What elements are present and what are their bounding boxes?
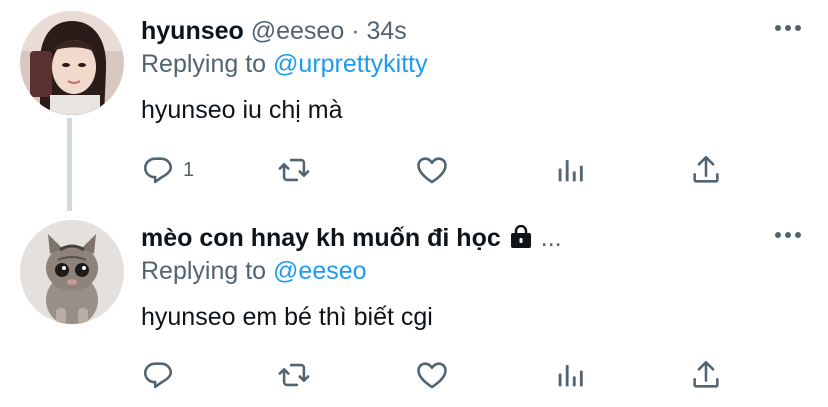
tweet[interactable]: hyunseo @eeseo · 34s Replying to @urpret… — [0, 0, 828, 211]
display-name[interactable]: mèo con hnay kh muốn đi học — [141, 224, 501, 252]
analytics-icon — [558, 160, 583, 182]
mention-link[interactable]: @urprettykitty — [273, 50, 428, 78]
retweet-icon — [278, 158, 310, 182]
avatar-photo — [20, 11, 124, 115]
replying-prefix: Replying to — [141, 257, 267, 285]
reply-count: 1 — [183, 158, 195, 181]
tweet-text: hyunseo iu chị mà — [141, 96, 343, 124]
username[interactable]: @eeseo — [251, 17, 345, 45]
retweet-button[interactable] — [277, 355, 311, 395]
mention-link[interactable]: @eeseo — [273, 257, 367, 285]
lock-icon — [510, 225, 531, 248]
avatar[interactable] — [20, 11, 124, 115]
replying-prefix: Replying to — [141, 50, 267, 78]
reply-button[interactable]: 1 — [141, 150, 194, 190]
share-icon — [693, 155, 719, 183]
more-horizontal-icon[interactable] — [772, 227, 804, 243]
tweet-header: hyunseo @eeseo · 34s — [141, 14, 768, 48]
analytics-button[interactable] — [553, 355, 587, 395]
timestamp[interactable]: 34s — [366, 17, 406, 45]
avatar-photo — [20, 220, 124, 324]
retweet-button[interactable] — [277, 150, 311, 190]
share-button[interactable] — [689, 150, 723, 190]
share-icon — [693, 360, 719, 388]
tweet-header: mèo con hnay kh muốn đi học ... — [141, 221, 768, 255]
thread-connector — [67, 118, 72, 211]
tweet-text: hyunseo em bé thì biết cgi — [141, 303, 433, 331]
more-horizontal-icon[interactable] — [772, 20, 804, 36]
like-icon — [417, 362, 447, 389]
like-button[interactable] — [415, 150, 449, 190]
display-name[interactable]: hyunseo — [141, 17, 244, 45]
reply-icon — [143, 362, 173, 389]
reply-icon — [143, 157, 173, 184]
reply-button[interactable] — [141, 355, 183, 395]
avatar[interactable] — [20, 220, 124, 324]
tweet[interactable]: mèo con hnay kh muốn đi học ... Replying… — [0, 207, 828, 407]
name-truncation: ... — [540, 224, 562, 252]
analytics-button[interactable] — [553, 150, 587, 190]
action-bar: 1 — [141, 150, 741, 190]
replying-to: Replying to @eeseo — [141, 255, 367, 287]
share-button[interactable] — [689, 355, 723, 395]
like-icon — [417, 157, 447, 184]
action-bar — [141, 355, 741, 395]
separator: · — [351, 17, 360, 45]
analytics-icon — [558, 365, 583, 387]
retweet-icon — [278, 363, 310, 387]
like-button[interactable] — [415, 355, 449, 395]
replying-to: Replying to @urprettykitty — [141, 48, 428, 80]
